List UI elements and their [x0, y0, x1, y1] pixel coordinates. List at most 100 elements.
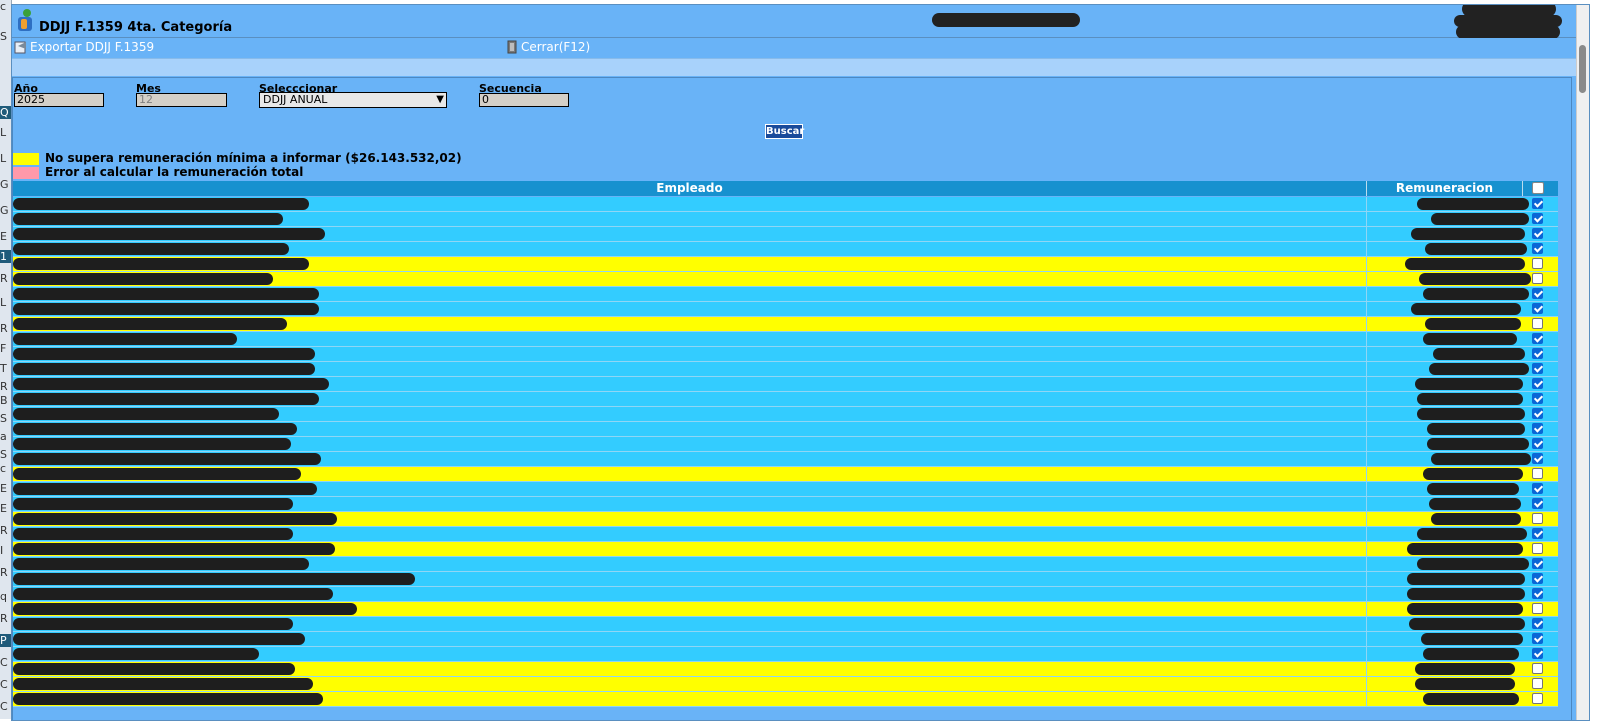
row-checkbox[interactable]	[1532, 543, 1543, 554]
table-row[interactable]	[13, 647, 1558, 662]
table-row[interactable]	[13, 677, 1558, 692]
table-row[interactable]	[13, 317, 1558, 332]
redacted-employee-name	[13, 558, 309, 570]
row-checkbox[interactable]	[1532, 453, 1543, 464]
table-row[interactable]	[13, 332, 1558, 347]
background-letter: B	[0, 394, 8, 407]
table-row[interactable]	[13, 362, 1558, 377]
redacted-remuneracion	[1407, 573, 1525, 585]
row-checkbox[interactable]	[1532, 273, 1543, 284]
row-checkbox[interactable]	[1532, 408, 1543, 419]
column-remuneracion[interactable]: Remuneracion	[1367, 181, 1523, 196]
export-ddjj-button[interactable]: Exportar DDJJ F.1359	[14, 40, 154, 54]
redacted-employee-name	[13, 663, 295, 675]
table-row[interactable]	[13, 572, 1558, 587]
row-checkbox[interactable]	[1532, 258, 1543, 269]
column-divider	[1366, 587, 1367, 602]
background-letter: R	[0, 612, 8, 625]
table-row[interactable]	[13, 407, 1558, 422]
ddjj-type-select[interactable]: DDJJ ANUAL ▼	[259, 92, 447, 108]
table-row[interactable]	[13, 272, 1558, 287]
table-row[interactable]	[13, 497, 1558, 512]
table-row[interactable]	[13, 692, 1558, 707]
background-letter: F	[0, 342, 7, 355]
row-checkbox[interactable]	[1532, 618, 1543, 629]
form-panel: Año 2025 Mes 12 Selecccionar DDJJ ANUAL …	[12, 77, 1572, 720]
row-checkbox[interactable]	[1532, 573, 1543, 584]
close-button[interactable]: Cerrar(F12)	[505, 40, 590, 54]
row-checkbox[interactable]	[1532, 303, 1543, 314]
secuencia-input[interactable]: 0	[479, 93, 569, 107]
buscar-button[interactable]: Buscar	[765, 124, 804, 139]
ddjj-type-value: DDJJ ANUAL	[263, 93, 328, 106]
table-row[interactable]	[13, 287, 1558, 302]
vertical-scrollbar[interactable]	[1576, 5, 1589, 720]
select-all-checkbox[interactable]	[1532, 182, 1544, 194]
row-checkbox[interactable]	[1532, 603, 1543, 614]
row-checkbox[interactable]	[1532, 588, 1543, 599]
row-checkbox[interactable]	[1532, 693, 1543, 704]
row-checkbox[interactable]	[1532, 228, 1543, 239]
table-row[interactable]	[13, 212, 1558, 227]
row-checkbox[interactable]	[1532, 198, 1543, 209]
row-checkbox[interactable]	[1532, 423, 1543, 434]
table-row[interactable]	[13, 452, 1558, 467]
row-checkbox[interactable]	[1532, 633, 1543, 644]
row-checkbox[interactable]	[1532, 513, 1543, 524]
row-checkbox[interactable]	[1532, 483, 1543, 494]
background-letter: Q	[0, 106, 11, 119]
table-row[interactable]	[13, 437, 1558, 452]
row-checkbox[interactable]	[1532, 318, 1543, 329]
background-letter: G	[0, 204, 9, 217]
row-checkbox[interactable]	[1532, 348, 1543, 359]
table-row[interactable]	[13, 422, 1558, 437]
row-checkbox[interactable]	[1532, 528, 1543, 539]
table-row[interactable]	[13, 257, 1558, 272]
table-row[interactable]	[13, 632, 1558, 647]
scrollbar-thumb[interactable]	[1579, 45, 1586, 93]
row-checkbox[interactable]	[1532, 213, 1543, 224]
table-row[interactable]	[13, 377, 1558, 392]
redacted-remuneracion	[1421, 633, 1523, 645]
table-row[interactable]	[13, 482, 1558, 497]
table-row[interactable]	[13, 602, 1558, 617]
table-row[interactable]	[13, 557, 1558, 572]
row-checkbox[interactable]	[1532, 378, 1543, 389]
table-row[interactable]	[13, 512, 1558, 527]
table-row[interactable]	[13, 587, 1558, 602]
row-checkbox[interactable]	[1532, 393, 1543, 404]
row-checkbox[interactable]	[1532, 663, 1543, 674]
row-checkbox[interactable]	[1532, 363, 1543, 374]
column-divider	[1366, 677, 1367, 692]
redacted-employee-name	[13, 648, 259, 660]
row-checkbox[interactable]	[1532, 333, 1543, 344]
row-checkbox[interactable]	[1532, 243, 1543, 254]
redacted-employee-name	[13, 633, 305, 645]
table-row[interactable]	[13, 542, 1558, 557]
anio-input[interactable]: 2025	[14, 93, 104, 107]
row-checkbox[interactable]	[1532, 438, 1543, 449]
row-checkbox[interactable]	[1532, 558, 1543, 569]
row-checkbox[interactable]	[1532, 468, 1543, 479]
mes-input[interactable]: 12	[136, 93, 227, 107]
table-row[interactable]	[13, 302, 1558, 317]
table-row[interactable]	[13, 662, 1558, 677]
table-row[interactable]	[13, 347, 1558, 362]
table-row[interactable]	[13, 467, 1558, 482]
row-checkbox[interactable]	[1532, 648, 1543, 659]
column-divider	[1366, 242, 1367, 257]
row-checkbox[interactable]	[1532, 288, 1543, 299]
redacted-employee-name	[13, 393, 319, 405]
table-row[interactable]	[13, 227, 1558, 242]
table-row[interactable]	[13, 617, 1558, 632]
column-empleado[interactable]: Empleado	[13, 181, 1367, 196]
table-row[interactable]	[13, 197, 1558, 212]
table-row[interactable]	[13, 242, 1558, 257]
table-row[interactable]	[13, 392, 1558, 407]
row-checkbox[interactable]	[1532, 498, 1543, 509]
redacted-remuneracion	[1423, 693, 1519, 705]
row-checkbox[interactable]	[1532, 678, 1543, 689]
table-row[interactable]	[13, 527, 1558, 542]
redacted-employee-name	[13, 213, 283, 225]
redacted-employee-name	[13, 528, 293, 540]
